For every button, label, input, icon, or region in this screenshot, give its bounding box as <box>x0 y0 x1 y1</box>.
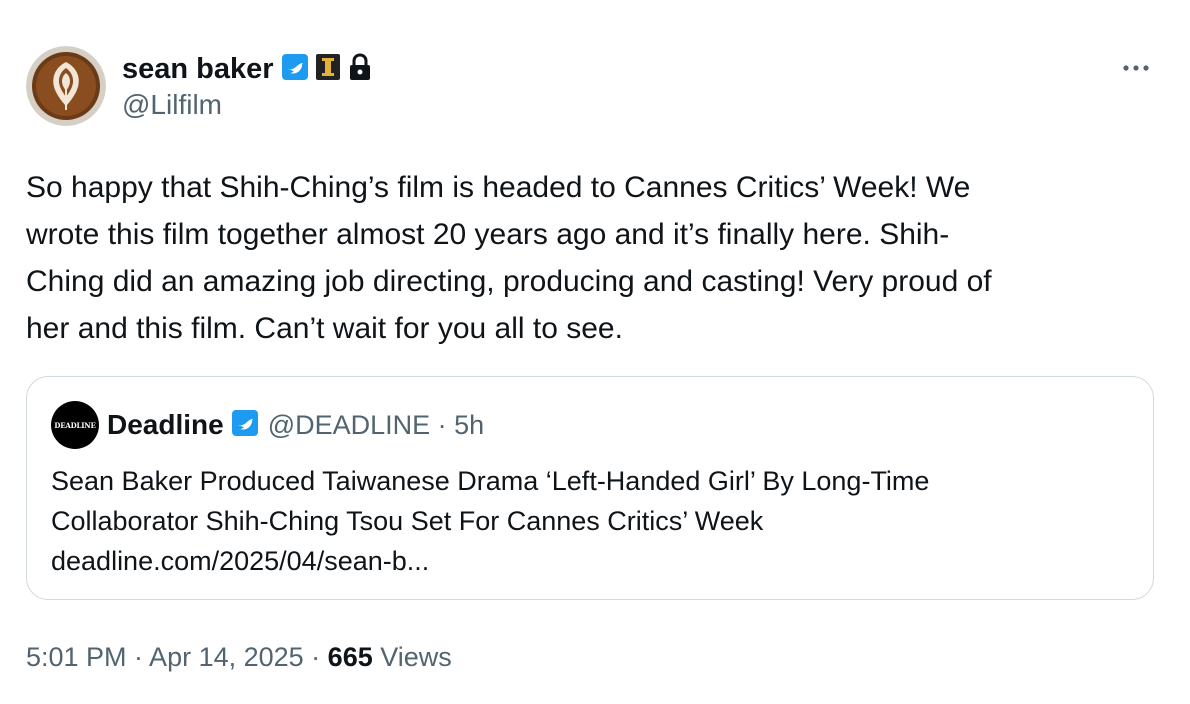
latte-art-icon <box>26 46 106 126</box>
tweet-footer: 5:01 PM · Apr 14, 2025 · 665 Views <box>26 640 452 674</box>
views-count: 665 <box>327 642 373 672</box>
tweet-card: sean baker @Lilfilm So happy that Shih-C… <box>0 0 1190 704</box>
verified-badge-icon <box>281 53 308 85</box>
views-label: Views <box>372 642 452 672</box>
author-handle[interactable]: @Lilfilm <box>122 88 372 122</box>
quoted-tweet-text: Sean Baker Produced Taiwanese Drama ‘Lef… <box>51 466 930 576</box>
quoted-tweet[interactable]: DEADLINE Deadline @DEADLINE · 5h Sean Ba… <box>26 376 1154 600</box>
quoted-display-name: Deadline <box>107 409 224 440</box>
quoted-avatar-text: DEADLINE <box>54 420 96 430</box>
more-options-icon[interactable] <box>1116 56 1156 80</box>
affiliate-badge-icon[interactable] <box>315 53 340 85</box>
tweet-header: sean baker @Lilfilm <box>26 46 1166 128</box>
quoted-tweet-header: DEADLINE Deadline @DEADLINE · 5h <box>51 401 485 449</box>
tweet-timestamp[interactable]: 5:01 PM · Apr 14, 2025 · <box>26 642 328 672</box>
author-names: sean baker @Lilfilm <box>122 52 372 122</box>
author-display-name[interactable]: sean baker <box>122 52 274 86</box>
verified-badge-icon <box>231 409 258 441</box>
tweet-text: So happy that Shih-Ching’s film is heade… <box>26 171 992 345</box>
avatar[interactable] <box>26 46 106 126</box>
quoted-handle-time: @DEADLINE · 5h <box>267 409 485 440</box>
quoted-avatar: DEADLINE <box>51 401 99 449</box>
lock-icon <box>348 52 372 86</box>
